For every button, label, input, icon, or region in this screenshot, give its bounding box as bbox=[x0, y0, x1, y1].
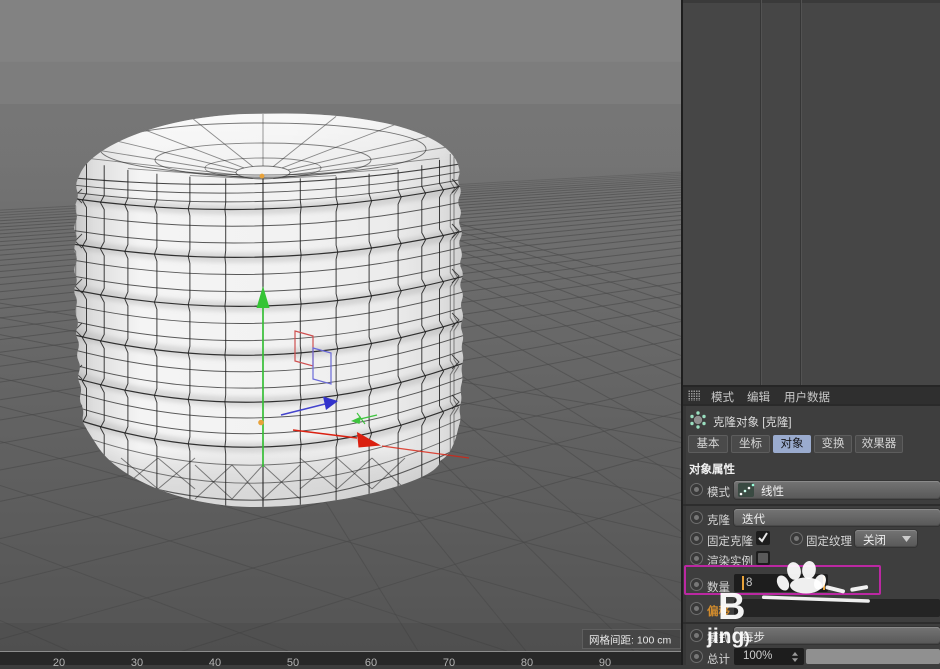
svg-text:网格间距: 100 cm: 网格间距: 100 cm bbox=[589, 634, 672, 647]
svg-text:B: B bbox=[718, 586, 745, 628]
svg-text:jing): jing) bbox=[706, 625, 750, 648]
